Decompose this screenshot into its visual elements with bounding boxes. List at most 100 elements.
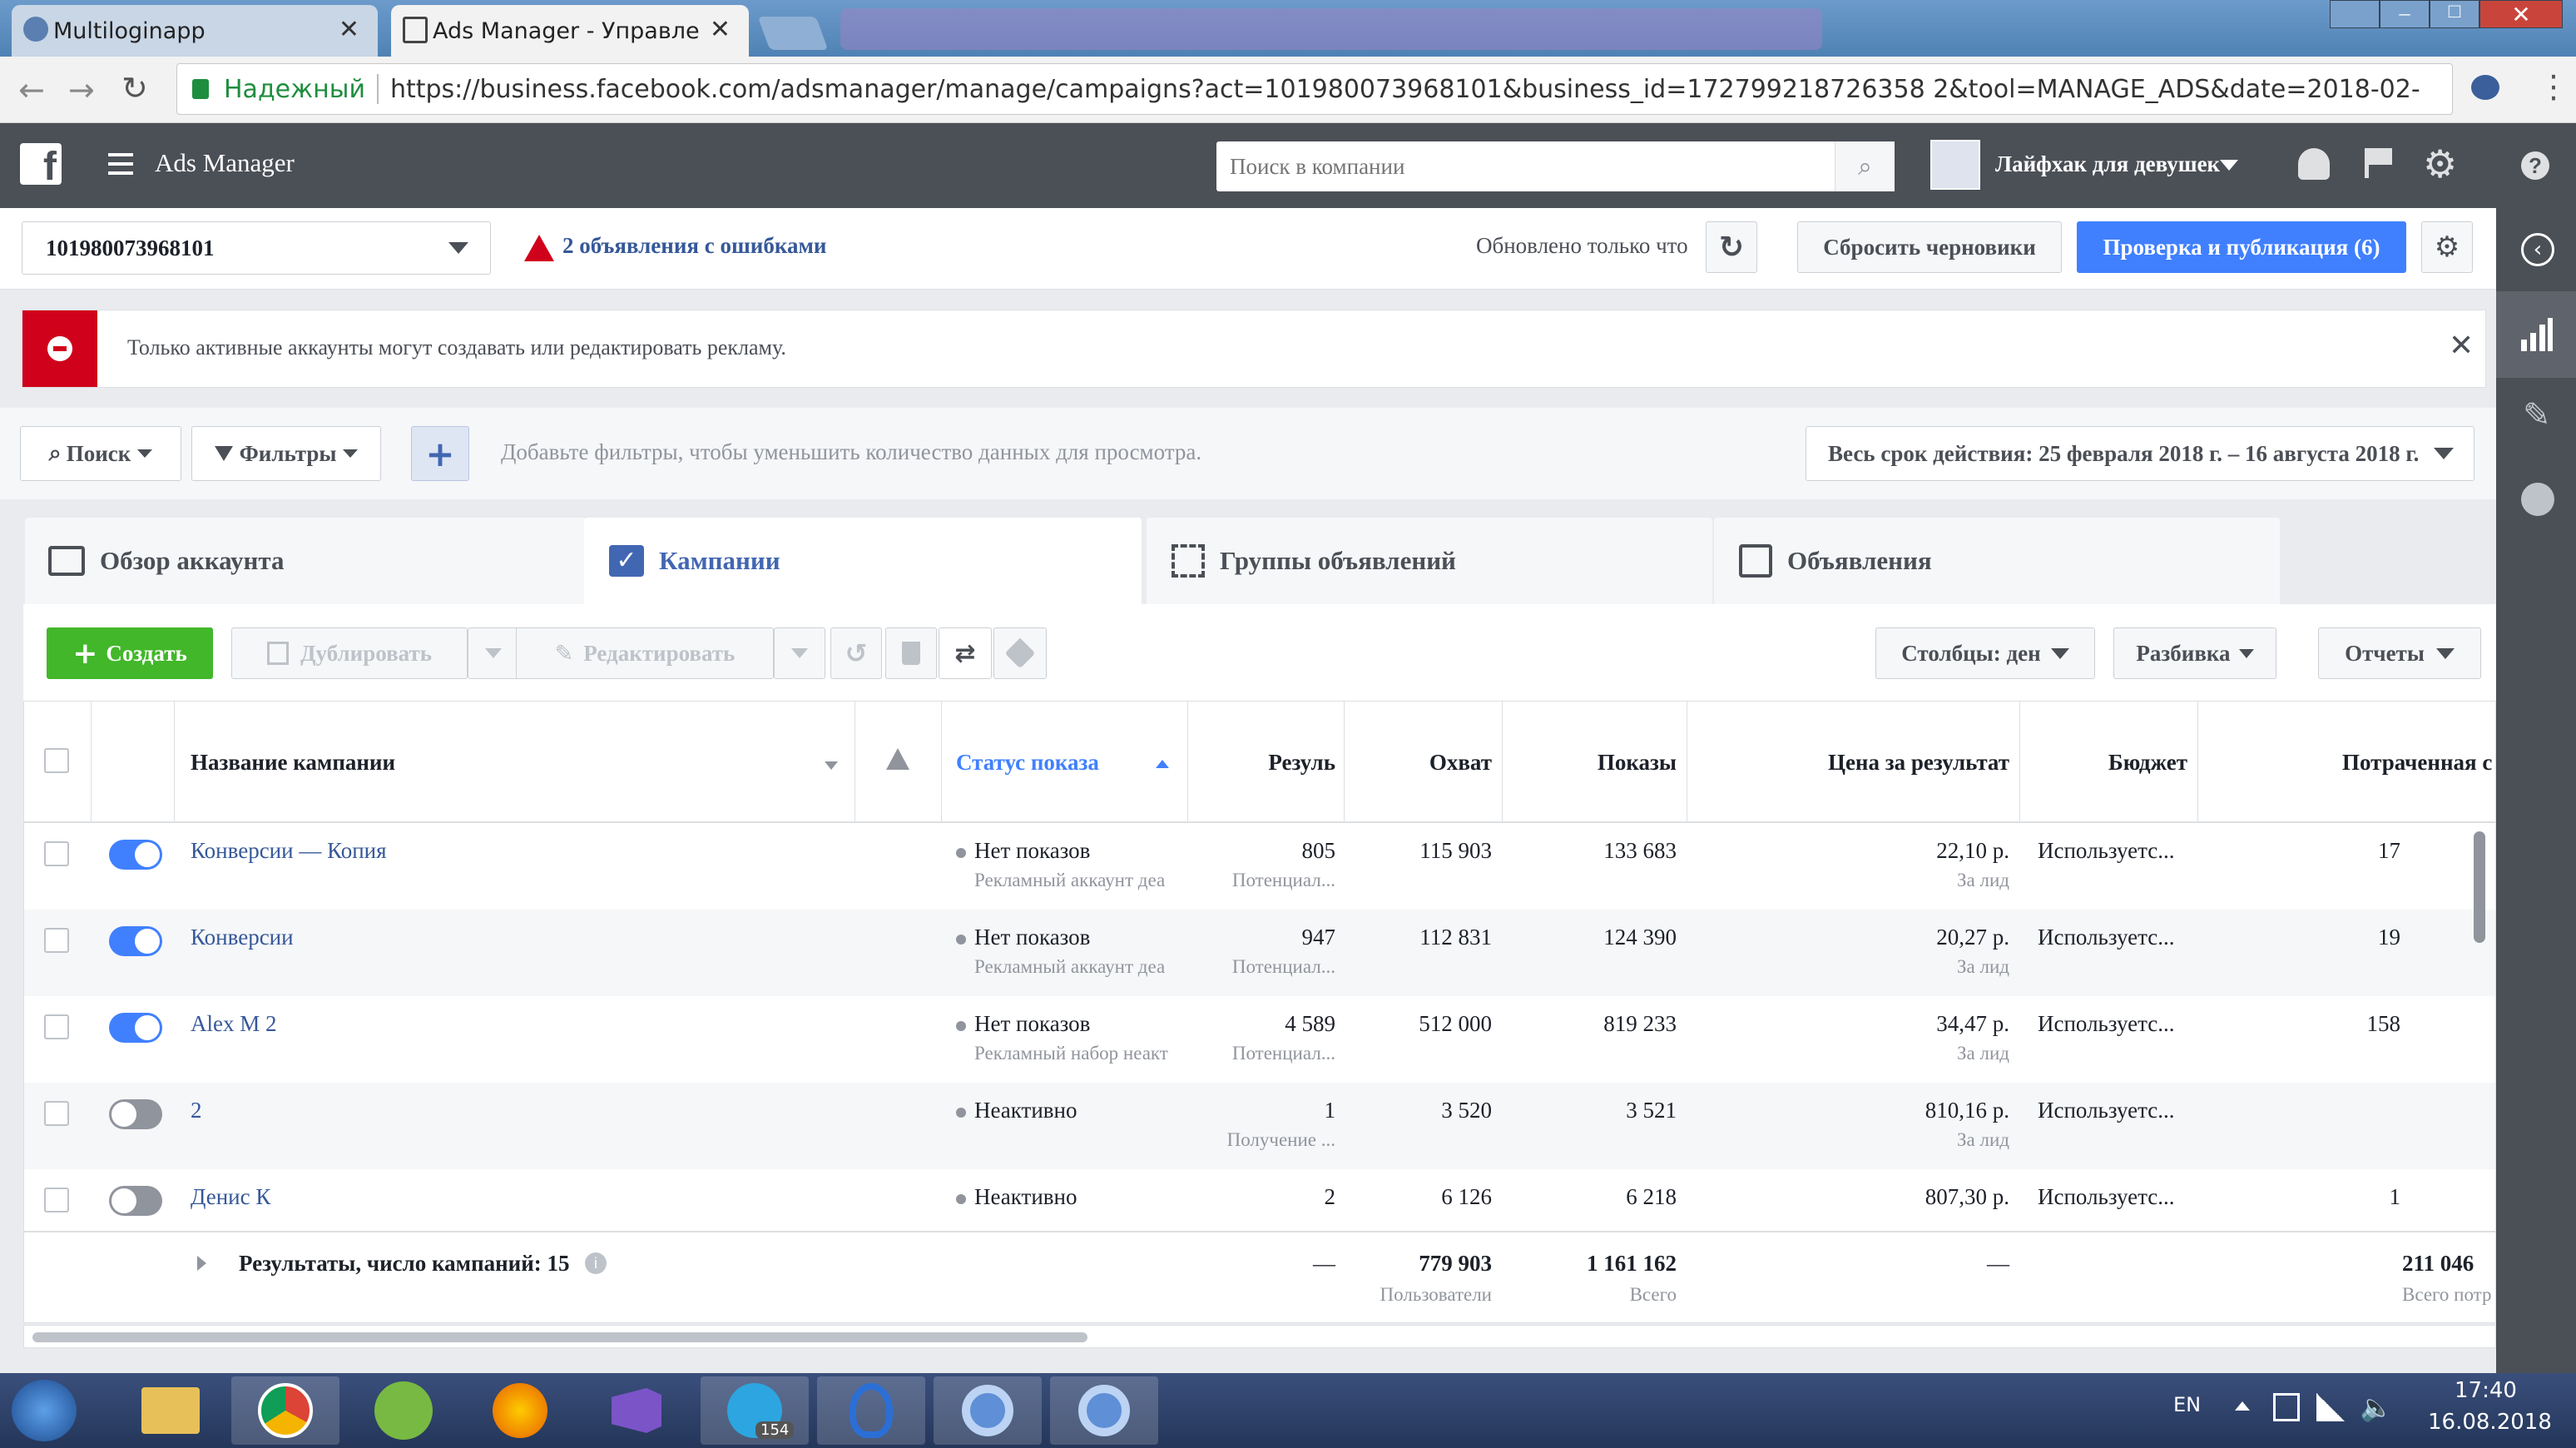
- revert-button[interactable]: ↺: [830, 627, 882, 679]
- history-clock-icon[interactable]: [2521, 483, 2554, 516]
- add-filter-button[interactable]: +: [411, 426, 469, 481]
- vertical-scrollbar[interactable]: [2474, 831, 2485, 943]
- collapse-icon[interactable]: ‹: [2521, 233, 2554, 266]
- search-filter-button[interactable]: ⌕ Поиск: [20, 426, 181, 481]
- header-results[interactable]: Резуль: [1189, 750, 1335, 776]
- close-icon[interactable]: ✕: [2449, 329, 2474, 363]
- error-link[interactable]: 2 объявления с ошибками: [562, 233, 826, 259]
- clock-date[interactable]: 16.08.2018: [2428, 1410, 2552, 1435]
- extension-icon[interactable]: [2471, 75, 2499, 100]
- chevron-down-icon[interactable]: [825, 761, 838, 770]
- chart-panel-button[interactable]: [2496, 291, 2576, 378]
- menu-dots-icon[interactable]: ⋮: [2538, 68, 2569, 105]
- gear-icon[interactable]: ⚙: [2423, 145, 2457, 183]
- settings-button[interactable]: ⚙: [2421, 221, 2473, 273]
- refresh-button[interactable]: ↻: [1706, 221, 1757, 273]
- chevron-down-icon[interactable]: [2220, 160, 2238, 171]
- close-window-icon[interactable]: ✕: [2479, 0, 2563, 28]
- create-button[interactable]: + Создать: [47, 627, 213, 679]
- header-cost-per-result[interactable]: Цена за результат: [1688, 750, 2009, 776]
- minimize-icon[interactable]: –: [2380, 0, 2430, 28]
- row-checkbox[interactable]: [44, 841, 69, 866]
- taskbar-lang[interactable]: EN: [2173, 1393, 2201, 1416]
- header-amount-spent[interactable]: Потраченная с: [2342, 750, 2492, 776]
- help-icon[interactable]: ?: [2521, 151, 2549, 180]
- reload-icon[interactable]: ↻: [121, 70, 148, 107]
- taskbar-vs[interactable]: [582, 1376, 691, 1445]
- campaign-name-link[interactable]: 2: [191, 1098, 202, 1123]
- select-all-checkbox[interactable]: [44, 748, 69, 773]
- taskbar-firefox[interactable]: [466, 1376, 574, 1445]
- tab-campaigns[interactable]: ✓ Кампании: [584, 518, 1142, 604]
- table-row[interactable]: Конверсии Нет показов Рекламный аккаунт де…: [24, 910, 2495, 996]
- close-tab-icon[interactable]: ✕: [339, 15, 359, 44]
- tab-ad-sets[interactable]: Группы объявлений: [1147, 518, 1712, 604]
- row-checkbox[interactable]: [44, 928, 69, 953]
- filters-button[interactable]: Фильтры: [191, 426, 381, 481]
- row-checkbox[interactable]: [44, 1014, 69, 1039]
- row-checkbox[interactable]: [44, 1101, 69, 1126]
- network-icon[interactable]: [2273, 1393, 2300, 1421]
- info-icon[interactable]: i: [585, 1252, 607, 1274]
- new-tab-button[interactable]: [757, 17, 829, 50]
- tag-button[interactable]: [993, 627, 1047, 679]
- horizontal-scrollbar[interactable]: [23, 1325, 2496, 1348]
- edit-pencil-icon[interactable]: ✎: [2523, 396, 2551, 434]
- campaign-name-link[interactable]: Денис К: [191, 1184, 270, 1210]
- campaign-toggle[interactable]: [109, 1013, 162, 1043]
- url-text[interactable]: https://business.facebook.com/adsmanager…: [390, 75, 2420, 104]
- browser-tab-multiloginapp[interactable]: Multiloginapp ✕: [12, 5, 378, 57]
- account-avatar[interactable]: [1930, 140, 1980, 190]
- browser-tab-ads-manager[interactable]: Ads Manager - Управле ✕: [391, 5, 749, 57]
- duplicate-dropdown[interactable]: [468, 627, 519, 679]
- tab-ads[interactable]: Объявления: [1714, 518, 2280, 604]
- taskbar-chrome[interactable]: [231, 1376, 339, 1445]
- volume-icon[interactable]: 🔈: [2360, 1391, 2393, 1423]
- account-name[interactable]: Лайфхак для девушек: [1995, 151, 2220, 177]
- campaign-name-link[interactable]: Alex M 2: [191, 1011, 277, 1037]
- date-range-button[interactable]: Весь срок действия: 25 февраля 2018 г. –…: [1806, 426, 2474, 481]
- table-row[interactable]: 2 Неактивно 1 Получение ... 3 520 3 521 810,16…: [24, 1083, 2495, 1169]
- header-budget[interactable]: Бюджет: [2021, 750, 2187, 776]
- campaign-search[interactable]: ⌕: [1216, 141, 1895, 191]
- row-checkbox[interactable]: [44, 1188, 69, 1212]
- taskbar-chromium-2[interactable]: [1050, 1376, 1158, 1445]
- close-tab-icon[interactable]: ✕: [710, 15, 731, 44]
- header-impressions[interactable]: Показы: [1503, 750, 1677, 776]
- ab-test-button[interactable]: ⇄: [939, 627, 992, 679]
- columns-button[interactable]: Столбцы: ден: [1875, 627, 2095, 679]
- maximize-icon[interactable]: □: [2430, 0, 2479, 28]
- start-button[interactable]: [12, 1380, 77, 1441]
- campaign-toggle[interactable]: [109, 926, 162, 956]
- table-row[interactable]: Alex M 2 Нет показов Рекламный набор неакт…: [24, 996, 2495, 1083]
- campaign-toggle[interactable]: [109, 1186, 162, 1216]
- delete-button[interactable]: [885, 627, 937, 679]
- taskbar-telegram[interactable]: 154: [701, 1376, 809, 1445]
- flag-icon[interactable]: [2365, 148, 2393, 178]
- horizontal-scroll-thumb[interactable]: [32, 1332, 1087, 1342]
- address-bar[interactable]: Надежный https://business.facebook.com/a…: [176, 63, 2453, 115]
- header-status[interactable]: Статус показа: [956, 750, 1099, 776]
- tab-account-overview[interactable]: Обзор аккаунта: [25, 518, 586, 604]
- taskbar-odnoklassniki[interactable]: [817, 1376, 925, 1445]
- header-reach[interactable]: Охват: [1345, 750, 1492, 776]
- expand-chevron-icon[interactable]: [197, 1256, 206, 1271]
- discard-drafts-button[interactable]: Сбросить черновики: [1797, 221, 2062, 273]
- bell-icon[interactable]: [2298, 148, 2330, 180]
- campaign-toggle[interactable]: [109, 1099, 162, 1129]
- tray-arrow-icon[interactable]: [2235, 1401, 2250, 1411]
- search-icon[interactable]: ⌕: [1835, 141, 1895, 191]
- header-campaign-name[interactable]: Название кампании: [191, 750, 395, 776]
- back-icon[interactable]: ←: [18, 72, 45, 108]
- table-row[interactable]: Конверсии — Копия Нет показов Рекламный ак…: [24, 823, 2495, 910]
- reports-button[interactable]: Отчеты: [2318, 627, 2481, 679]
- signal-icon[interactable]: [2316, 1393, 2345, 1421]
- taskbar-chromium-1[interactable]: [934, 1376, 1042, 1445]
- edit-dropdown[interactable]: [774, 627, 825, 679]
- user-icon[interactable]: [2330, 0, 2380, 28]
- campaign-search-input[interactable]: [1216, 141, 1835, 191]
- campaign-name-link[interactable]: Конверсии: [191, 925, 294, 950]
- breakdown-button[interactable]: Разбивка: [2113, 627, 2276, 679]
- edit-button[interactable]: ✎ Редактировать: [516, 627, 774, 679]
- campaign-toggle[interactable]: [109, 840, 162, 870]
